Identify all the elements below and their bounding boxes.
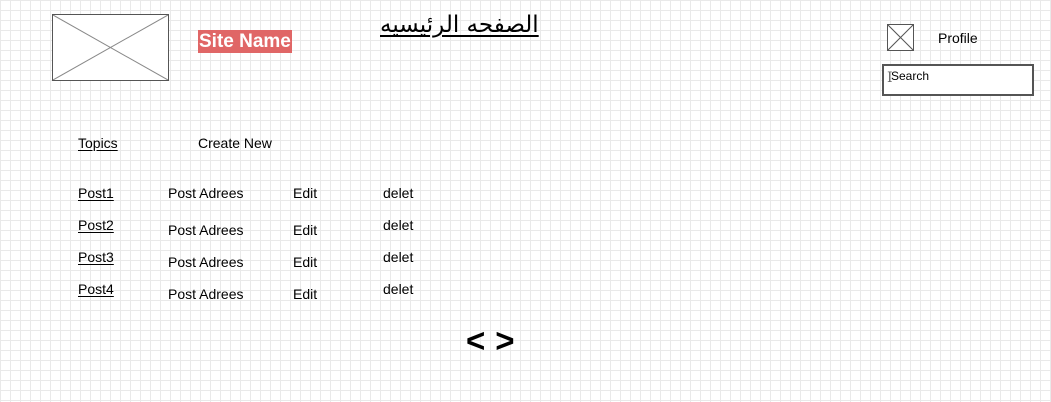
delete-link[interactable]: delet [383, 281, 413, 297]
logo-image [52, 14, 169, 81]
site-name: Site Name [198, 30, 292, 53]
post-address: Post Adrees [168, 254, 244, 270]
post-link[interactable]: Post2 [78, 217, 114, 233]
post-link[interactable]: Post3 [78, 249, 114, 265]
image-placeholder-icon [53, 15, 168, 80]
post-address: Post Adrees [168, 185, 244, 201]
prev-page-button[interactable]: < [466, 322, 485, 359]
search-input[interactable] [891, 69, 1021, 83]
post-link[interactable]: Post4 [78, 281, 114, 297]
delete-link[interactable]: delet [383, 217, 413, 233]
post-link[interactable]: Post1 [78, 185, 114, 201]
profile-avatar[interactable] [887, 24, 914, 51]
search-box[interactable]: I [882, 64, 1034, 96]
delete-link[interactable]: delet [383, 249, 413, 265]
post-address: Post Adrees [168, 286, 244, 302]
next-page-button[interactable]: > [495, 322, 514, 359]
delete-link[interactable]: delet [383, 185, 413, 201]
edit-link[interactable]: Edit [293, 254, 317, 270]
edit-link[interactable]: Edit [293, 222, 317, 238]
post-address: Post Adrees [168, 222, 244, 238]
profile-link[interactable]: Profile [938, 30, 978, 46]
pagination: < > [466, 322, 515, 360]
topics-link[interactable]: Topics [78, 135, 118, 151]
page-title[interactable]: الصفحه الرئيسيه [380, 12, 539, 38]
edit-link[interactable]: Edit [293, 286, 317, 302]
edit-link[interactable]: Edit [293, 185, 317, 201]
image-placeholder-icon [888, 25, 913, 50]
create-new-link[interactable]: Create New [198, 135, 272, 151]
